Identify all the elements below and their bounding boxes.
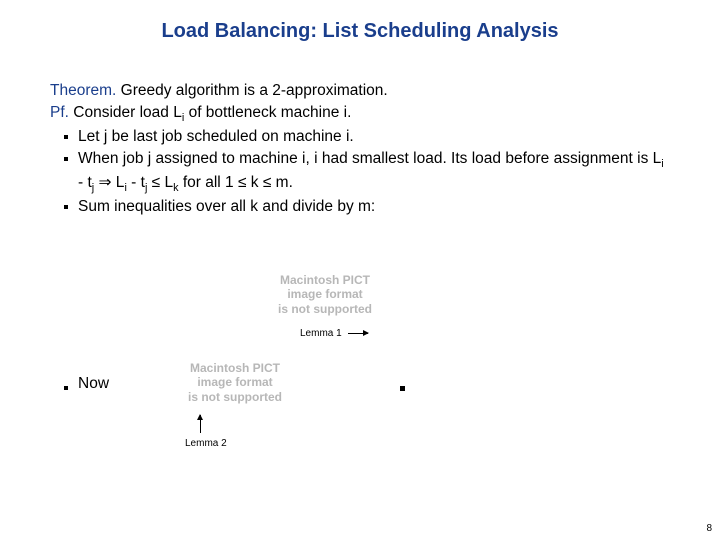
bullet-2-text: When job j assigned to machine i, i had … [78,148,670,197]
bullet-3: Sum inequalities over all k and divide b… [64,196,670,218]
bullet-2: When job j assigned to machine i, i had … [64,148,670,197]
pict-placeholder-2: Macintosh PICT image format is not suppo… [165,361,305,404]
lemma-2-label: Lemma 2 [185,438,227,449]
pf-text-pre: Consider load L [73,104,182,121]
bullet-now: Now [64,375,624,393]
slide-title: Load Balancing: List Scheduling Analysis [0,20,720,43]
proof-line: Pf. Consider load Li of bottleneck machi… [50,102,670,126]
slide: Load Balancing: List Scheduling Analysis… [0,0,720,540]
now-text: Now [78,375,109,393]
bullet-icon [64,157,68,161]
pf-text-post: of bottleneck machine i. [184,104,351,121]
arrow-right-icon [348,333,368,334]
bullet-1: Let j be last job scheduled on machine i… [64,126,670,148]
theorem-label: Theorem. [50,82,116,99]
lemma-1-label: Lemma 1 [300,328,342,339]
theorem-line: Theorem. Greedy algorithm is a 2-approxi… [50,80,670,102]
pict-placeholder-1: Macintosh PICT image format is not suppo… [255,273,395,316]
qed-dot-icon [400,386,405,391]
bullet-1-text: Let j be last job scheduled on machine i… [78,126,670,148]
bullet-icon [64,386,68,390]
arrow-up-icon [200,415,201,433]
page-number: 8 [706,523,712,534]
slide-body: Theorem. Greedy algorithm is a 2-approxi… [50,80,670,218]
pf-label: Pf. [50,104,69,121]
lemma-2-arrow-box [200,415,201,433]
bullet-icon [64,205,68,209]
lemma-1-callout: Lemma 1 [300,328,368,339]
bullet-icon [64,135,68,139]
bullet-3-text: Sum inequalities over all k and divide b… [78,196,670,218]
theorem-text: Greedy algorithm is a 2-approximation. [121,82,388,99]
